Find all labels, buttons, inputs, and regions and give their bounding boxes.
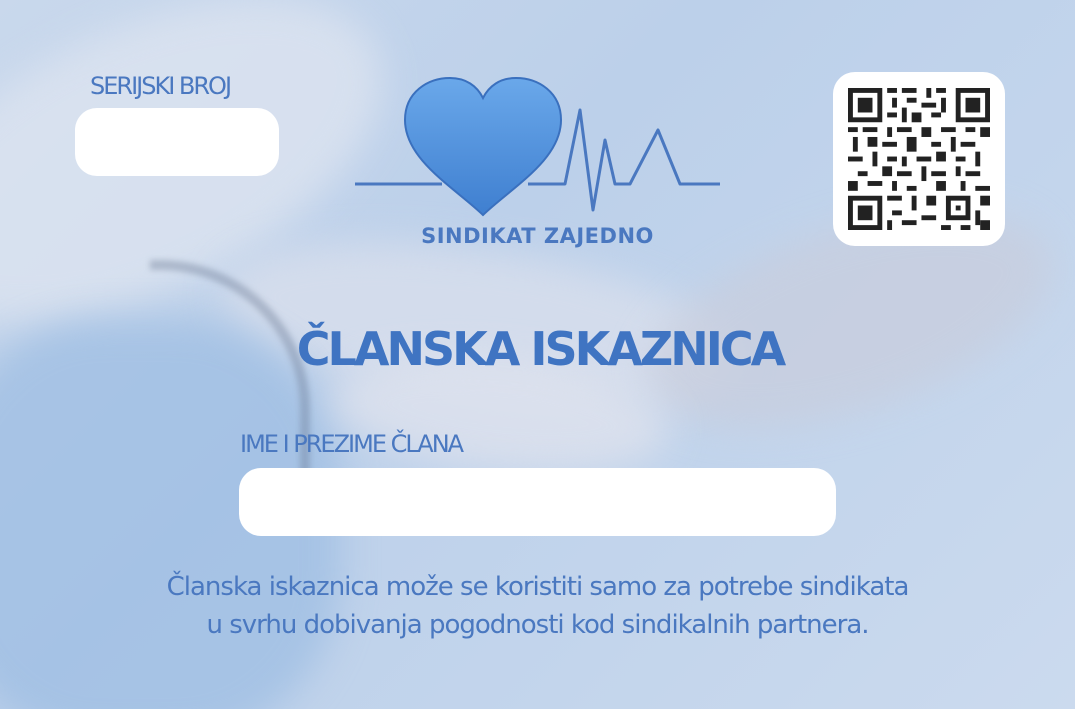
member-name-field [239, 468, 836, 536]
qr-code [833, 72, 1005, 246]
usage-note-line-1: Članska iskaznica može se koristiti samo… [166, 572, 910, 602]
membership-card: SERIJSKI BROJ SINDIKAT ZAJEDNO ČLANSKA I… [0, 0, 1075, 709]
serial-number-label: SERIJSKI BROJ [90, 72, 232, 100]
card-title: ČLANSKA ISKAZNICA [296, 322, 786, 376]
usage-note: Članska iskaznica može se koristiti samo… [0, 568, 1075, 644]
qr-code-icon [848, 88, 990, 230]
serial-number-field [75, 108, 279, 176]
usage-note-line-2: u svrhu dobivanja pogodnosti kod sindika… [206, 610, 869, 640]
member-name-label: IME I PREZIME ČLANA [240, 430, 464, 458]
brand-name: SINDIKAT ZAJEDNO [421, 224, 654, 248]
